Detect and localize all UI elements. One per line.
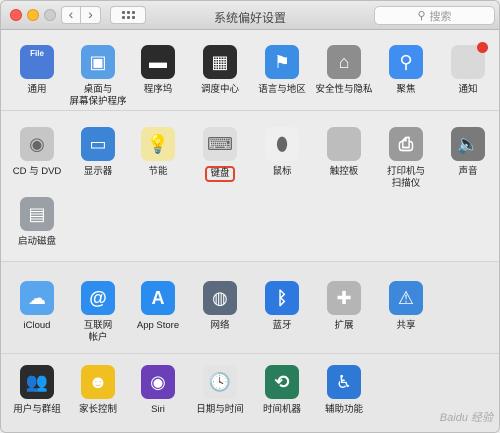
pref-pane-cd-dvd[interactable]: ◉ CD 与 DVD [6, 127, 68, 178]
pref-pane-printers-scanners[interactable]: ⎙ 打印机与 扫描仪 [375, 127, 437, 189]
pref-pane-label: iCloud [23, 320, 51, 331]
pref-pane-mission-control[interactable]: ▦ 调度中心 [189, 45, 251, 96]
pref-pane-displays[interactable]: ▭ 显示器 [67, 127, 129, 178]
pref-pane-label: 蓝牙 [272, 320, 292, 331]
pref-pane-label: CD 与 DVD [12, 166, 62, 177]
network-icon: ◍ [203, 281, 237, 315]
pref-pane-label: 时间机器 [262, 404, 301, 415]
cd-dvd-icon: ◉ [20, 127, 54, 161]
accessibility-icon: ♿ [327, 365, 361, 399]
pref-pane-language-region[interactable]: ⚑ 语言与地区 [251, 45, 313, 96]
search-icon: ⚲ [417, 10, 426, 22]
search-placeholder: 搜索 [429, 10, 452, 23]
watermark: Baidu 经验 [439, 412, 493, 424]
date-time-icon: 🕓 [203, 365, 237, 399]
sound-icon: 🔈 [451, 127, 485, 161]
bluetooth-icon: ᛒ [265, 281, 299, 315]
pref-pane-bluetooth[interactable]: ᛒ 蓝牙 [251, 281, 313, 332]
pref-pane-spotlight[interactable]: ⚲ 聚焦 [375, 45, 437, 96]
dock-icon: ▬ [141, 45, 175, 79]
desktop-screensaver-icon: ▣ [81, 45, 115, 79]
notifications-icon [451, 42, 488, 79]
pref-pane-label: 鼠标 [272, 166, 292, 177]
pref-pane-label: 扩展 [334, 320, 354, 331]
pref-pane-label: 网络 [210, 320, 230, 331]
pref-pane-date-time[interactable]: 🕓 日期与时间 [189, 365, 251, 416]
pref-pane-siri[interactable]: ◉ Siri [127, 365, 189, 416]
pref-pane-accessibility[interactable]: ♿ 辅助功能 [313, 365, 375, 416]
pref-pane-label: Siri [151, 404, 165, 415]
pref-pane-label: 程序坞 [143, 84, 173, 95]
pref-pane-users-groups[interactable]: 👥 用户与群组 [6, 365, 68, 416]
pref-pane-label: 桌面与 屏幕保护程序 [69, 84, 127, 107]
mission-control-icon: ▦ [203, 45, 237, 79]
pref-pane-label: 节能 [148, 166, 168, 177]
pref-pane-general[interactable]: File 通用 [6, 45, 68, 96]
pref-pane-sound[interactable]: 🔈 声音 [437, 127, 499, 178]
pref-pane-dock[interactable]: ▬ 程序坞 [127, 45, 189, 96]
pref-pane-time-machine[interactable]: ⟲ 时间机器 [251, 365, 313, 416]
spotlight-icon: ⚲ [389, 45, 423, 79]
pref-pane-label: 辅助功能 [324, 404, 363, 415]
pref-pane-label: 通用 [27, 84, 47, 95]
highlight-box: 键盘 [205, 166, 235, 182]
pref-pane-network[interactable]: ◍ 网络 [189, 281, 251, 332]
sharing-icon: ⚠ [389, 281, 423, 315]
notification-badge-icon [477, 42, 488, 53]
pref-pane-label: 日期与时间 [196, 404, 244, 415]
displays-icon: ▭ [81, 127, 115, 161]
internet-accounts-icon: @ [81, 281, 115, 315]
time-machine-icon: ⟲ [265, 365, 299, 399]
pref-pane-label: 通知 [458, 84, 478, 95]
pref-pane-label: 调度中心 [200, 84, 239, 95]
pref-pane-internet-accounts[interactable]: @ 互联网 帐户 [67, 281, 129, 343]
pref-pane-icloud[interactable]: ☁ iCloud [6, 281, 68, 332]
pref-pane-label: 互联网 帐户 [83, 320, 113, 343]
pref-pane-label: 显示器 [83, 166, 113, 177]
pref-pane-label: 声音 [458, 166, 478, 177]
pref-pane-label: 触控板 [329, 166, 359, 177]
general-icon: File [20, 45, 54, 79]
energy-saver-icon: 💡 [141, 127, 175, 161]
language-region-icon: ⚑ [265, 45, 299, 79]
pref-pane-label: 共享 [396, 320, 416, 331]
pref-pane-startup-disk[interactable]: ▤ 启动磁盘 [6, 197, 68, 248]
search-field[interactable]: ⚲ 搜索 [374, 6, 495, 25]
title-bar: ‹ › 系统偏好设置 ⚲ 搜索 [1, 1, 499, 30]
security-privacy-icon: ⌂ [327, 45, 361, 79]
pref-pane-trackpad[interactable]: 触控板 [313, 127, 375, 178]
pref-pane-label: 家长控制 [78, 404, 117, 415]
trackpad-icon [327, 127, 361, 161]
app-store-icon: A [141, 281, 175, 315]
pref-pane-label: App Store [136, 320, 180, 331]
system-preferences-window: ‹ › 系统偏好设置 ⚲ 搜索 Baidu 经验 File 通用 ▣ 桌面与 屏幕保护程… [0, 0, 500, 433]
pref-pane-app-store[interactable]: A App Store [127, 281, 189, 332]
pref-pane-energy-saver[interactable]: 💡 节能 [127, 127, 189, 178]
extensions-icon: ✚ [327, 281, 361, 315]
pref-pane-extensions[interactable]: ✚ 扩展 [313, 281, 375, 332]
parental-controls-icon: ☻ [81, 365, 115, 399]
pref-pane-label: 键盘 [189, 166, 251, 182]
pref-pane-label: 用户与群组 [13, 404, 61, 415]
pref-pane-label: 语言与地区 [258, 84, 306, 95]
pref-pane-keyboard[interactable]: ⌨ 键盘 [189, 127, 251, 182]
pref-pane-notifications[interactable]: 通知 [437, 42, 499, 96]
pref-pane-label: 聚焦 [396, 84, 416, 95]
startup-disk-icon: ▤ [20, 197, 54, 231]
pref-pane-parental-controls[interactable]: ☻ 家长控制 [67, 365, 129, 416]
pref-pane-sharing[interactable]: ⚠ 共享 [375, 281, 437, 332]
pref-pane-mouse[interactable]: ⬮ 鼠标 [251, 127, 313, 178]
pref-pane-security-privacy[interactable]: ⌂ 安全性与隐私 [313, 45, 375, 96]
pref-pane-label: 启动磁盘 [17, 236, 56, 247]
keyboard-icon: ⌨ [203, 127, 237, 161]
users-groups-icon: 👥 [20, 365, 54, 399]
pref-pane-label: 安全性与隐私 [315, 84, 373, 95]
mouse-icon: ⬮ [265, 127, 299, 161]
printers-scanners-icon: ⎙ [389, 127, 423, 161]
pref-pane-label: 打印机与 扫描仪 [386, 166, 425, 189]
icloud-icon: ☁ [20, 281, 54, 315]
siri-icon: ◉ [141, 365, 175, 399]
pref-pane-desktop-screensaver[interactable]: ▣ 桌面与 屏幕保护程序 [67, 45, 129, 107]
